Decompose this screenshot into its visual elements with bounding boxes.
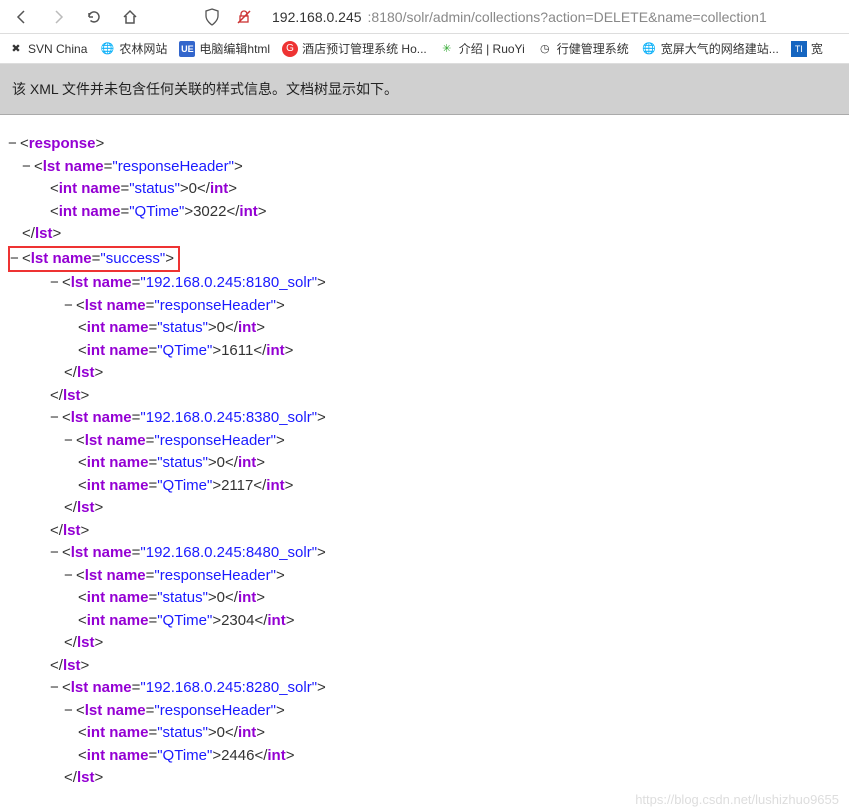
home-button[interactable] <box>116 3 144 31</box>
address-bar[interactable]: 192.168.0.245 :8180/solr/admin/collection… <box>264 3 841 31</box>
bookmark-ue[interactable]: UE电脑编辑html <box>179 40 270 57</box>
bookmark-icon: G <box>282 41 298 57</box>
bookmark-label: 宽屏大气的网络建站... <box>661 40 779 57</box>
xml-lst-host-open[interactable]: −<lst name="192.168.0.245:8180_solr"> <box>8 272 841 295</box>
xml-int-status: <int name="status">0</int> <box>8 587 841 610</box>
bookmark-label: 酒店预订管理系统 Ho... <box>302 40 427 57</box>
bookmark-svn-china[interactable]: ✖ SVN China <box>8 41 87 57</box>
bookmark-nonglin[interactable]: 🌐农林网站 <box>99 40 167 57</box>
bookmark-label: SVN China <box>28 42 87 56</box>
tracking-shield-icon[interactable] <box>200 5 224 29</box>
xml-lst-close: </lst> <box>8 385 841 408</box>
url-host: 192.168.0.245 <box>272 9 362 25</box>
collapse-icon[interactable]: − <box>50 272 62 295</box>
xml-lst-close: </lst> <box>8 223 841 246</box>
xml-int-qtime: <int name="QTime">3022</int> <box>8 201 841 224</box>
xml-lst-rh-open[interactable]: −<lst name="responseHeader"> <box>8 295 841 318</box>
bookmark-ruoyi[interactable]: ✳介绍 | RuoYi <box>439 40 525 57</box>
bookmark-icon: ✖ <box>8 41 24 57</box>
xml-lst-close: </lst> <box>8 655 841 678</box>
xml-lst-close: </lst> <box>8 362 841 385</box>
bookmark-label: 农林网站 <box>119 40 167 57</box>
xml-lst-success-open[interactable]: −<lst name="success"> <box>8 246 841 273</box>
xml-lst-host-open[interactable]: −<lst name="192.168.0.245:8480_solr"> <box>8 542 841 565</box>
reload-button[interactable] <box>80 3 108 31</box>
xml-int-status: <int name="status">0</int> <box>8 178 841 201</box>
security-icon[interactable] <box>232 5 256 29</box>
xml-info-message: 该 XML 文件并未包含任何关联的样式信息。文档树显示如下。 <box>0 64 849 115</box>
bookmark-icon: ◷ <box>537 41 553 57</box>
xml-lst-header-open[interactable]: −<lst name="responseHeader"> <box>8 156 841 179</box>
bookmark-icon: 🌐 <box>99 41 115 57</box>
highlight-annotation: −<lst name="success"> <box>8 246 180 273</box>
bookmarks-bar: ✖SVN China 🌐农林网站 UE电脑编辑html G酒店预订管理系统 Ho… <box>0 34 849 64</box>
collapse-icon[interactable]: − <box>10 248 22 271</box>
bookmark-label: 介绍 | RuoYi <box>459 40 525 57</box>
xml-lst-close: </lst> <box>8 520 841 543</box>
bookmark-icon: TI <box>791 41 807 57</box>
collapse-icon[interactable]: − <box>64 700 76 723</box>
xml-lst-close: </lst> <box>8 497 841 520</box>
bookmark-hotel[interactable]: G酒店预订管理系统 Ho... <box>282 40 427 57</box>
bookmark-xingjian[interactable]: ◷行健管理系统 <box>537 40 629 57</box>
bookmark-icon: UE <box>179 41 195 57</box>
bookmark-label: 电脑编辑html <box>199 40 270 57</box>
collapse-icon[interactable]: − <box>64 565 76 588</box>
bookmark-icon: ✳ <box>439 41 455 57</box>
xml-lst-host-open[interactable]: −<lst name="192.168.0.245:8280_solr"> <box>8 677 841 700</box>
bookmark-kuanping[interactable]: 🌐宽屏大气的网络建站... <box>641 40 779 57</box>
bookmark-label: 行健管理系统 <box>557 40 629 57</box>
xml-int-status: <int name="status">0</int> <box>8 317 841 340</box>
back-button[interactable] <box>8 3 36 31</box>
xml-int-qtime: <int name="QTime">2117</int> <box>8 475 841 498</box>
collapse-icon[interactable]: − <box>50 407 62 430</box>
xml-tree: −<response> −<lst name="responseHeader">… <box>0 115 849 808</box>
xml-int-qtime: <int name="QTime">2446</int> <box>8 745 841 768</box>
collapse-icon[interactable]: − <box>50 542 62 565</box>
xml-int-qtime: <int name="QTime">1611</int> <box>8 340 841 363</box>
bookmark-label: 宽 <box>811 40 823 57</box>
xml-lst-host-open[interactable]: −<lst name="192.168.0.245:8380_solr"> <box>8 407 841 430</box>
url-path: :8180/solr/admin/collections?action=DELE… <box>368 9 767 25</box>
xml-int-qtime: <int name="QTime">2304</int> <box>8 610 841 633</box>
collapse-icon[interactable]: − <box>8 133 20 156</box>
xml-lst-rh-open[interactable]: −<lst name="responseHeader"> <box>8 565 841 588</box>
forward-button[interactable] <box>44 3 72 31</box>
browser-toolbar: 192.168.0.245 :8180/solr/admin/collection… <box>0 0 849 34</box>
bookmark-icon: 🌐 <box>641 41 657 57</box>
xml-lst-close: </lst> <box>8 767 841 790</box>
xml-lst-close: </lst> <box>8 632 841 655</box>
collapse-icon[interactable]: − <box>50 677 62 700</box>
xml-lst-rh-open[interactable]: −<lst name="responseHeader"> <box>8 430 841 453</box>
xml-int-status: <int name="status">0</int> <box>8 452 841 475</box>
collapse-icon[interactable]: − <box>64 295 76 318</box>
collapse-icon[interactable]: − <box>64 430 76 453</box>
xml-int-status: <int name="status">0</int> <box>8 722 841 745</box>
xml-root-open[interactable]: −<response> <box>8 133 841 156</box>
watermark: https://blog.csdn.net/lushizhuo9655 <box>635 790 839 809</box>
collapse-icon[interactable]: − <box>22 156 34 179</box>
bookmark-more[interactable]: TI宽 <box>791 40 823 57</box>
xml-lst-rh-open[interactable]: −<lst name="responseHeader"> <box>8 700 841 723</box>
